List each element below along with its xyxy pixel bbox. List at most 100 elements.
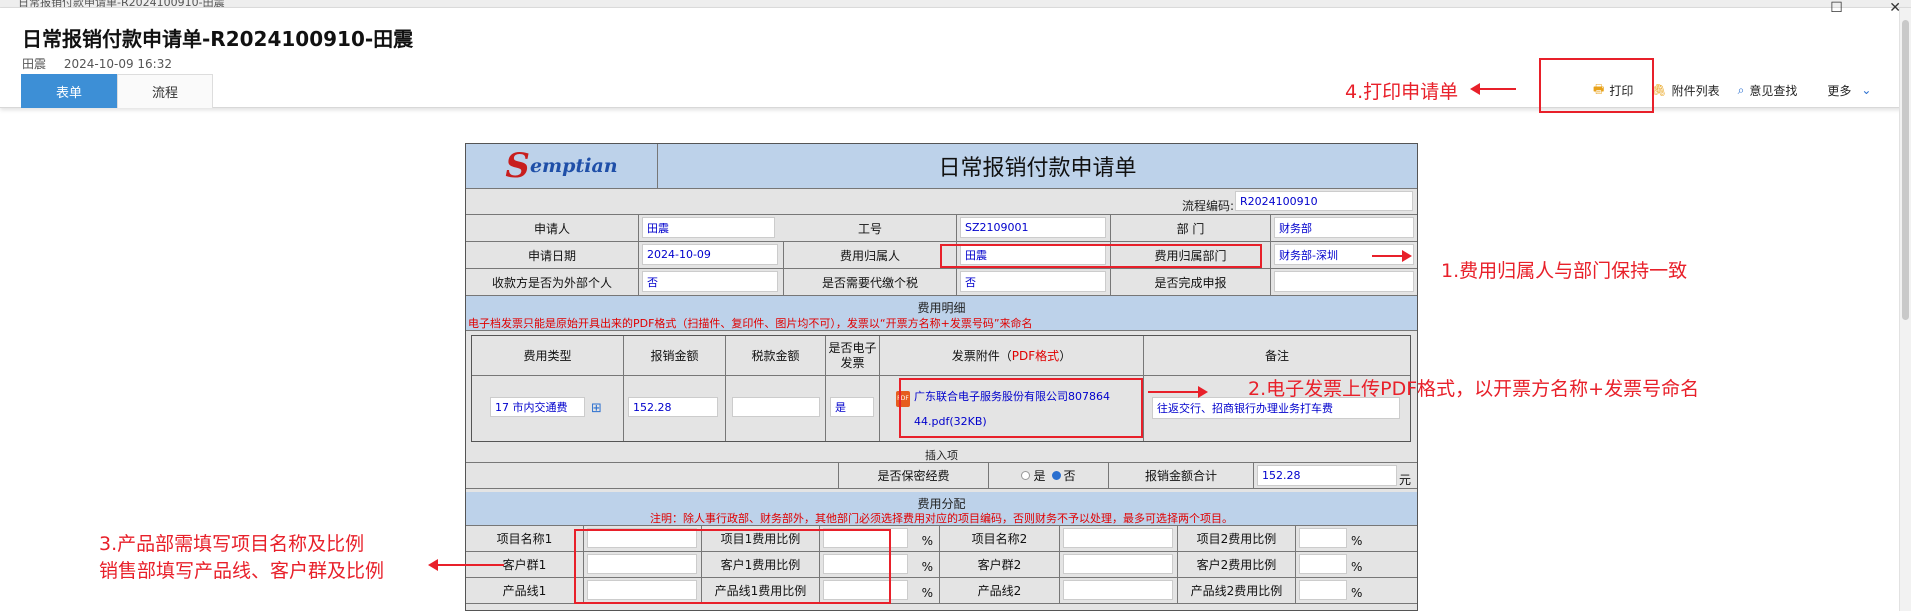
select-list-icon[interactable]: ⊞	[591, 401, 602, 416]
annotation-cost-owner: 1.费用归属人与部门保持一致	[1441, 260, 1688, 282]
apply-date-cell: 2024-10-09	[639, 242, 784, 268]
total-label: 报销金额合计	[1109, 463, 1254, 488]
dept-label: 部 门	[1111, 215, 1271, 241]
flow-code-row: 流程编码: R2024100910	[466, 189, 1417, 215]
customer2-label: 客户群2	[940, 552, 1060, 577]
radio-no-label: 否	[1063, 469, 1076, 483]
detail-band: 费用明细 电子档发票只能是原始开具出来的PDF格式（扫描件、复印件、图片均不可）…	[466, 296, 1417, 331]
pct-sign: %	[921, 534, 933, 548]
customer2-input[interactable]	[1063, 554, 1173, 574]
emp-no-cell: SZ2109001	[957, 215, 1111, 241]
alloc-highlight-box	[574, 529, 891, 604]
flow-code-label: 流程编码:	[1181, 199, 1234, 213]
applicant-value[interactable]: 田震	[642, 217, 775, 238]
col-attach-label: 发票附件（	[951, 349, 1012, 363]
window-controls: ☐ ✕	[1788, 0, 1901, 16]
opinion-search-label: 意见查找	[1749, 83, 1798, 98]
einvoice-cell: 是	[826, 376, 880, 441]
alloc-note: 注明：除人事行政部、财务部外，其他部门必须选择费用对应的项目编码，否则财务不予以…	[650, 512, 1233, 525]
project2-ratio-cell: %	[1296, 526, 1417, 551]
withhold-cell: 否	[957, 269, 1111, 295]
attachments-button[interactable]: 🖇 附件列表	[1651, 82, 1719, 99]
search-icon: ⌕	[1737, 82, 1745, 97]
confidential-label: 是否保密经费	[839, 463, 989, 488]
dept-value[interactable]: 财务部	[1274, 217, 1414, 238]
print-highlight-box	[1539, 58, 1654, 113]
project2-input[interactable]	[1063, 528, 1173, 548]
col-attach-end: ）	[1059, 349, 1072, 363]
form-title: 日常报销付款申请单	[938, 156, 1137, 181]
project2-ratio-label: 项目2费用比例	[1178, 526, 1296, 551]
tax-value[interactable]	[732, 397, 820, 417]
total-cell: 152.28 元	[1254, 463, 1417, 488]
total-row: 是否保密经费 是 否 报销金额合计 152.28 元	[466, 462, 1417, 489]
external-cell: 否	[639, 269, 784, 295]
customer2-ratio-input[interactable]	[1299, 554, 1347, 574]
pct-sign: %	[1351, 534, 1363, 548]
type-cell: 17 市内交通费 ⊞	[472, 376, 624, 441]
productline2-ratio-cell: %	[1296, 578, 1417, 603]
annotation-print: 4.打印申请单	[1345, 81, 1459, 103]
col-einvoice-line2: 发票	[840, 355, 865, 370]
project2-label: 项目名称2	[940, 526, 1060, 551]
declared-value[interactable]	[1274, 271, 1414, 292]
type-value[interactable]: 17 市内交通费	[490, 397, 585, 417]
page-title: 日常报销付款申请单-R2024100910-田震	[22, 27, 414, 51]
productline2-input[interactable]	[1063, 580, 1173, 600]
amount-value[interactable]: 152.28	[628, 397, 718, 417]
annotation-alloc-line1: 3.产品部需填写项目名称及比例	[99, 533, 365, 555]
withhold-label: 是否需要代缴个税	[784, 269, 957, 295]
window-titlebar: 日常报销付款申请单-R2024100910-田震	[0, 0, 1911, 8]
apply-date-label: 申请日期	[466, 242, 639, 268]
logo-text: emptian	[529, 155, 618, 177]
project2-ratio-input[interactable]	[1299, 528, 1347, 548]
tab-flow[interactable]: 流程	[117, 74, 213, 108]
arrow-left-icon	[428, 559, 504, 571]
col-einvoice-line1: 是否电子	[828, 340, 877, 355]
external-label: 收款方是否为外部个人	[466, 269, 639, 295]
opinion-search-button[interactable]: ⌕ 意见查找	[1738, 82, 1798, 99]
col-einvoice: 是否电子 发票	[826, 336, 880, 375]
col-remark: 备注	[1264, 349, 1289, 363]
tab-bar: 表单 流程	[21, 74, 213, 108]
vertical-scrollbar[interactable]	[1899, 8, 1911, 611]
external-value[interactable]: 否	[642, 271, 778, 292]
productline2-ratio-input[interactable]	[1299, 580, 1347, 600]
declared-cell	[1271, 269, 1417, 295]
tab-form[interactable]: 表单	[21, 74, 117, 108]
document-meta: 田震 2024-10-09 16:32	[22, 55, 172, 72]
project2-cell	[1060, 526, 1178, 551]
col-tax: 税款金额	[726, 336, 826, 375]
pct-sign: %	[921, 586, 933, 600]
productline1-label: 产品线1	[466, 578, 584, 603]
applicant-row: 申请人 田震 工号 SZ2109001 部 门 财务部	[466, 215, 1417, 242]
more-button[interactable]: 更多 ⌄	[1827, 82, 1876, 99]
radio-yes-label: 是	[1033, 469, 1046, 483]
radio-no[interactable]	[1051, 471, 1061, 480]
author-name: 田震	[22, 57, 47, 71]
apply-date-value[interactable]: 2024-10-09	[642, 244, 778, 265]
total-row-spacer	[466, 463, 839, 488]
pct-sign: %	[1351, 586, 1363, 600]
withhold-value[interactable]: 否	[960, 271, 1106, 292]
insert-item-button[interactable]: 插入项	[466, 447, 1417, 463]
chevron-down-icon: ⌄	[1861, 83, 1872, 97]
company-logo: Semptian	[466, 144, 658, 188]
maximize-icon[interactable]: ☐	[1830, 0, 1843, 16]
window-title: 日常报销付款申请单-R2024100910-田震	[18, 0, 225, 8]
annotation-alloc: 3.产品部需填写项目名称及比例 销售部填写产品线、客户群及比例	[99, 531, 384, 585]
dept-cell: 财务部	[1271, 215, 1417, 241]
declared-label: 是否完成申报	[1111, 269, 1271, 295]
cost-owner-label: 费用归属人	[784, 242, 957, 268]
productline2-ratio-label: 产品线2费用比例	[1178, 578, 1296, 603]
scrollbar-thumb[interactable]	[1902, 20, 1909, 320]
annotation-einvoice: 2.电子发票上传PDF格式，以开票方名称+发票号命名	[1248, 378, 1700, 400]
total-value[interactable]: 152.28	[1257, 465, 1397, 486]
created-datetime: 2024-10-09 16:32	[63, 57, 172, 71]
annotation-alloc-line2: 销售部填写产品线、客户群及比例	[99, 560, 385, 582]
col-attach: 发票附件（ PDF格式）	[880, 336, 1144, 375]
einvoice-value[interactable]: 是	[830, 397, 874, 417]
emp-no-value[interactable]: SZ2109001	[960, 217, 1106, 238]
radio-yes[interactable]	[1021, 471, 1031, 480]
more-label: 更多	[1827, 83, 1852, 98]
